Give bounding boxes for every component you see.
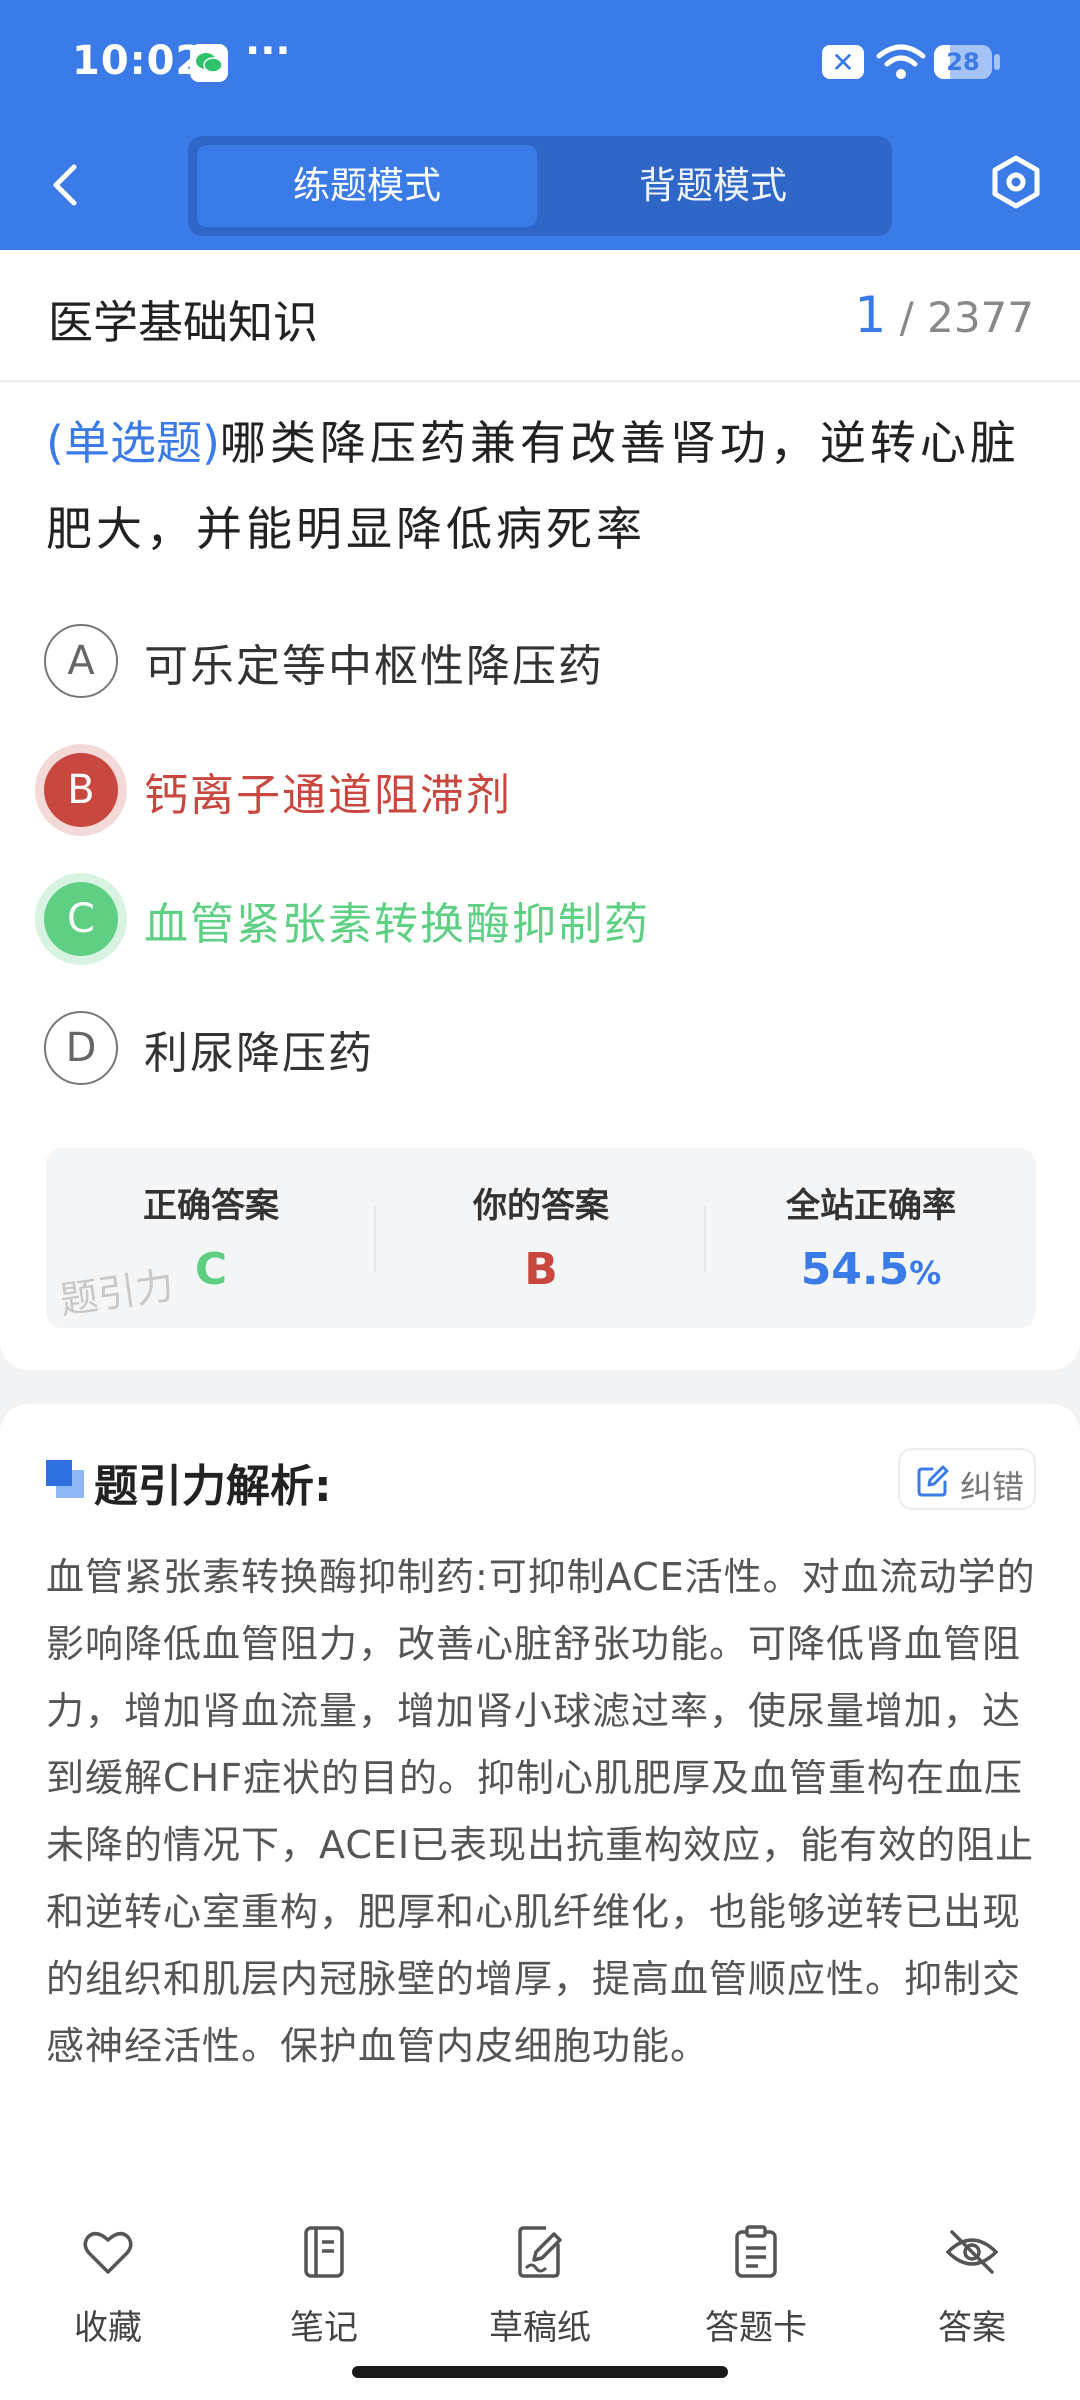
draft-paper-button[interactable]: 草稿纸 <box>460 2224 620 2364</box>
option-label: 血管紧张素转换酶抑制药 <box>144 899 650 950</box>
accuracy-rate-number: 54.5 <box>800 1244 910 1295</box>
answer-card-button[interactable]: 答题卡 <box>676 2224 836 2364</box>
option-a[interactable]: A 可乐定等中枢性降压药 <box>44 624 1024 704</box>
question-type: (单选题) <box>46 416 220 470</box>
analysis-title: 题引力解析: <box>94 1461 332 1512</box>
settings-hexagon-icon[interactable] <box>986 152 1046 212</box>
analysis-body: 血管紧张素转换酶抑制药:可抑制ACE活性。对血流动学的影响降低血管阻力，改善心脏… <box>46 1555 1036 2068</box>
subject-title: 医学基础知识 <box>48 296 319 349</box>
option-c[interactable]: C 血管紧张素转换酶抑制药 <box>44 882 1024 962</box>
status-time: 10:02 <box>72 38 205 84</box>
show-answer-label: 答案 <box>938 2308 1006 2348</box>
question-card: 医学基础知识 1 / 2377 (单选题)哪类降压药兼有改善肾功，逆转心脏肥大，… <box>0 250 1080 1370</box>
tab-memorize-mode[interactable]: 背题模式 <box>543 145 883 227</box>
total-questions: / 2377 <box>899 293 1034 342</box>
accuracy-rate-unit: % <box>909 1254 942 1292</box>
wechat-icon <box>190 44 228 82</box>
report-error-label: 纠错 <box>960 1468 1025 1506</box>
draft-paper-label: 草稿纸 <box>489 2308 591 2348</box>
battery-level: 28 <box>946 48 980 76</box>
option-letter: B <box>44 753 118 827</box>
heart-icon <box>83 2231 133 2274</box>
answer-card-label: 答题卡 <box>705 2308 807 2348</box>
more-notifications-icon: ··· <box>245 28 291 74</box>
option-label: 钙离子通道阻滞剂 <box>144 770 512 821</box>
notebook-icon <box>304 2226 344 2278</box>
tab-practice-mode[interactable]: 练题模式 <box>197 145 537 227</box>
battery-icon: 28 <box>934 45 992 79</box>
notes-button[interactable]: 笔记 <box>244 2224 404 2364</box>
divider <box>0 380 1080 382</box>
wifi-icon <box>876 44 926 79</box>
your-answer-stat: 你的答案 B <box>376 1148 706 1328</box>
analysis-squares-icon <box>46 1460 84 1498</box>
option-b[interactable]: B 钙离子通道阻滞剂 <box>44 753 1024 833</box>
accuracy-rate-value: 54.5% <box>706 1244 1036 1295</box>
app-header: 10:02 ··· ✕ 28 练题模式 背题模式 <box>0 0 1080 250</box>
no-sim-icon: ✕ <box>822 45 864 79</box>
report-error-button[interactable]: 纠错 <box>898 1448 1036 1510</box>
option-letter: C <box>44 882 118 956</box>
question-counter: 1 / 2377 <box>854 286 1034 344</box>
current-question-number: 1 <box>854 286 887 344</box>
eye-off-icon <box>945 2230 999 2274</box>
clipboard-icon <box>735 2225 777 2278</box>
option-letter: A <box>44 624 118 698</box>
status-bar: 10:02 ··· ✕ 28 <box>0 0 1080 126</box>
answer-stats-panel: 正确答案 C 你的答案 B 全站正确率 54.5% 题引力 <box>46 1148 1036 1328</box>
draft-icon <box>518 2226 562 2278</box>
favorite-button[interactable]: 收藏 <box>28 2224 188 2364</box>
analysis-card: 题引力解析: 纠错 血管紧张素转换酶抑制药:可抑制ACE活性。对血流动学的影响降… <box>0 1404 1080 2204</box>
notes-label: 笔记 <box>290 2308 358 2348</box>
mode-switch: 练题模式 背题模式 <box>188 136 892 236</box>
your-answer-label: 你的答案 <box>473 1186 609 1226</box>
edit-icon <box>917 1465 949 1497</box>
option-letter: D <box>44 1011 118 1085</box>
correct-answer-label: 正确答案 <box>143 1186 279 1226</box>
accuracy-rate-label: 全站正确率 <box>786 1186 956 1226</box>
home-indicator[interactable] <box>352 2366 728 2378</box>
option-d[interactable]: D 利尿降压药 <box>44 1011 1024 1091</box>
option-label: 利尿降压药 <box>144 1028 374 1079</box>
accuracy-rate-stat: 全站正确率 54.5% <box>706 1148 1036 1328</box>
back-arrow-icon[interactable] <box>40 155 90 215</box>
your-answer-value: B <box>524 1244 558 1295</box>
question-text: (单选题)哪类降压药兼有改善肾功，逆转心脏肥大，并能明显降低病死率 <box>46 400 1036 572</box>
battery-nub <box>994 54 1000 70</box>
show-answer-button[interactable]: 答案 <box>892 2224 1052 2364</box>
favorite-label: 收藏 <box>74 2308 142 2348</box>
option-label: 可乐定等中枢性降压药 <box>144 641 604 692</box>
